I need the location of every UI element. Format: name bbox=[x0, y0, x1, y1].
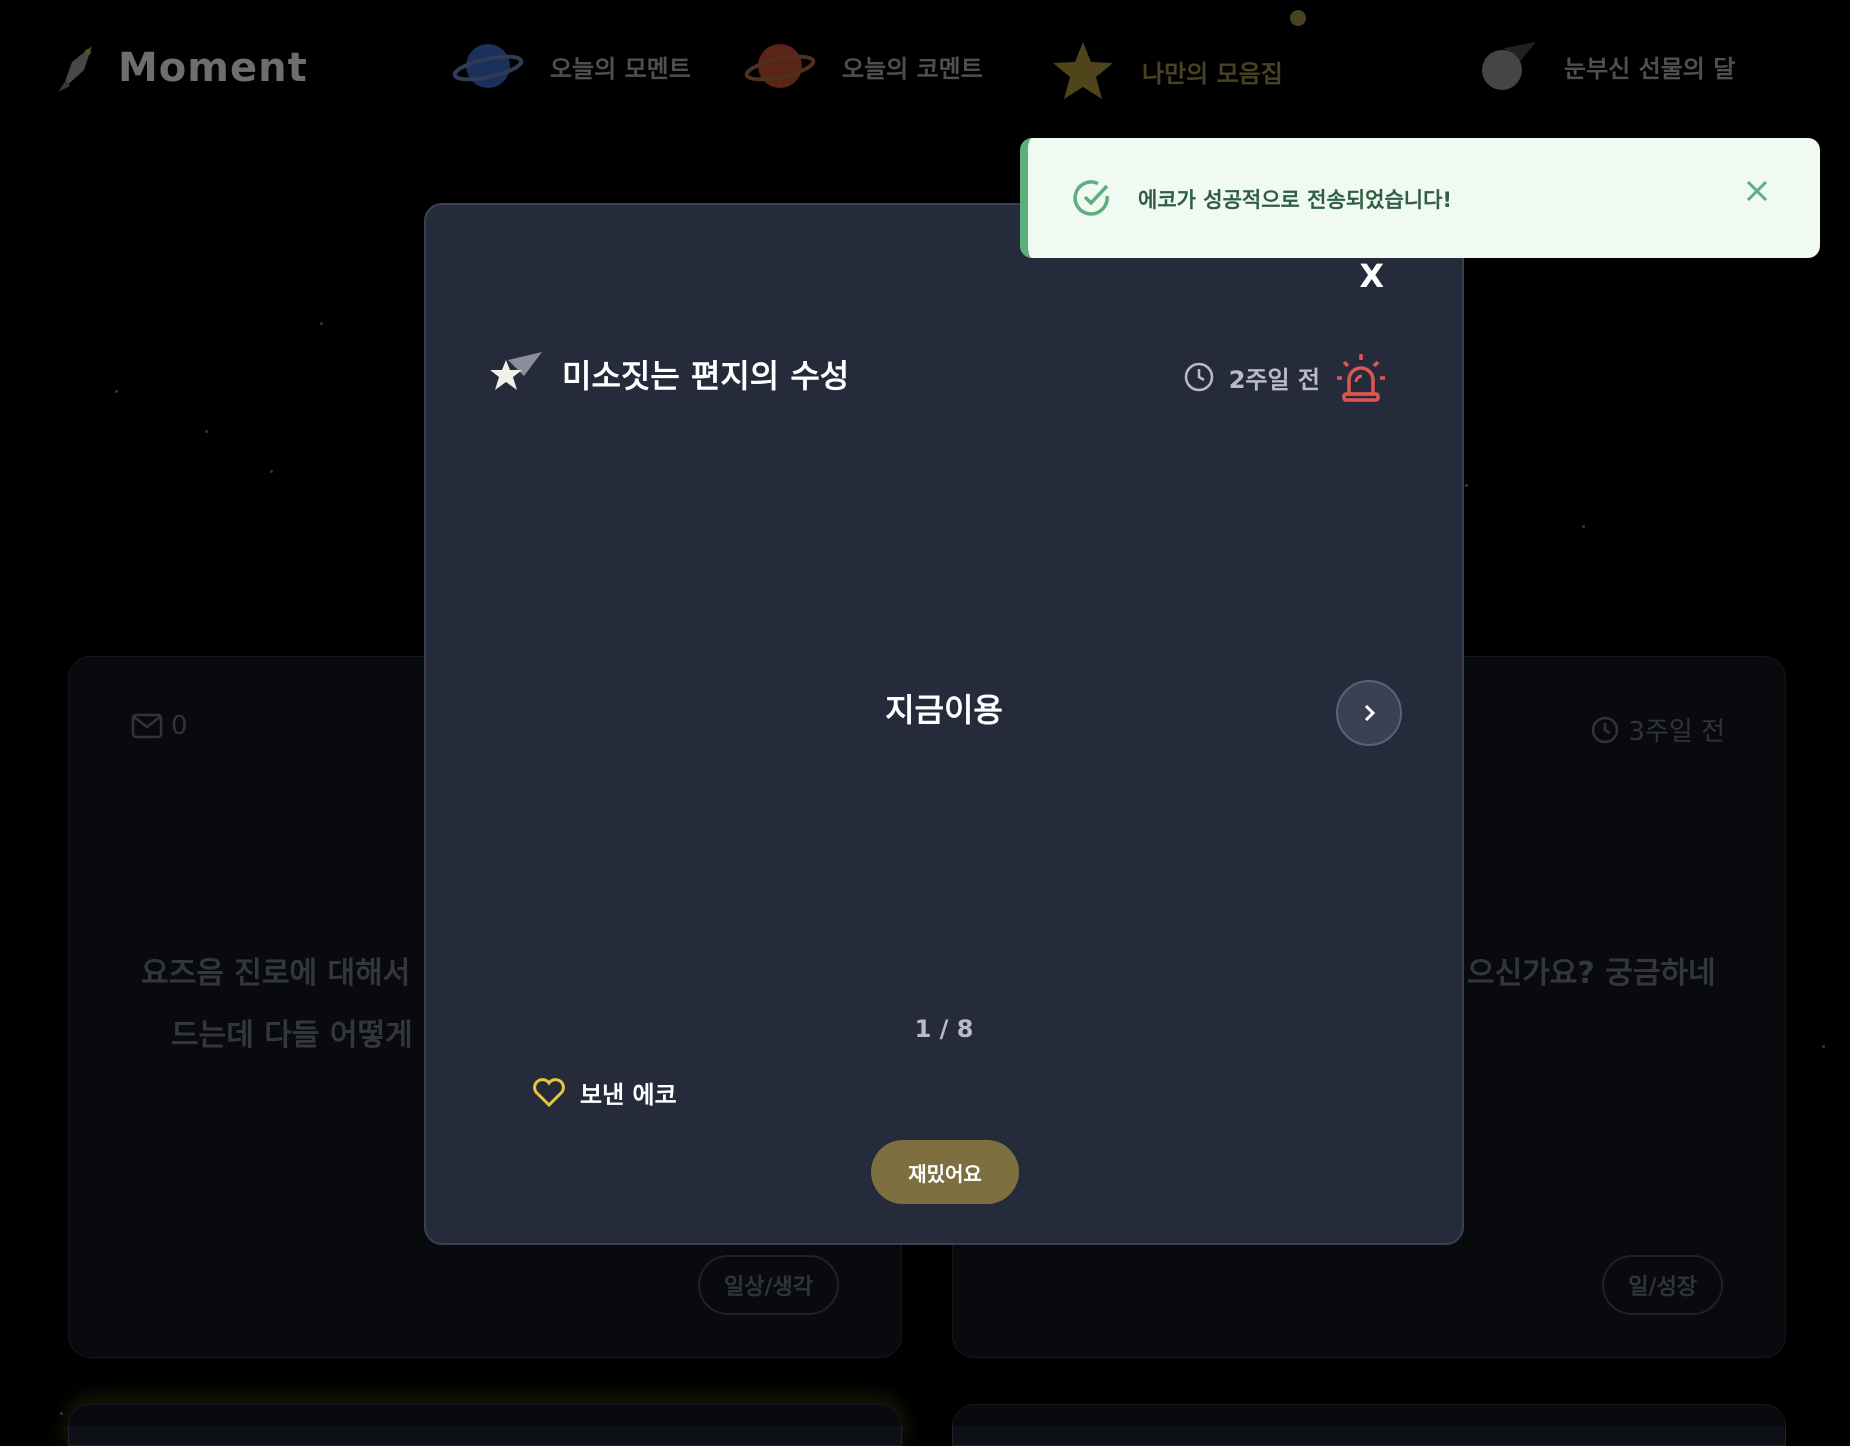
time-text: 2주일 전 bbox=[1228, 365, 1320, 394]
toast-message: 에코가 성공적으로 전송되었습니다! bbox=[1138, 188, 1452, 212]
sent-echo-label: 보낸 에코 bbox=[580, 1081, 677, 1109]
modal-time: 2주일 전 bbox=[1183, 350, 1388, 404]
moment-detail-modal: X 미소짓는 편지의 수성 2주일 전 지금이용 1 / 8 보낸 에코 재밌어… bbox=[424, 203, 1464, 1245]
modal-title: 미소짓는 편지의 수성 bbox=[562, 357, 850, 395]
fun-echo-button[interactable]: 재밌어요 bbox=[871, 1140, 1019, 1204]
page-indicator: 1 / 8 bbox=[914, 1015, 974, 1043]
sent-echo[interactable]: 보낸 에코 bbox=[532, 1075, 677, 1110]
modal-close-button[interactable]: X bbox=[1359, 257, 1384, 295]
next-button[interactable] bbox=[1336, 680, 1402, 746]
check-circle-icon bbox=[1073, 180, 1109, 216]
moment-content: 지금이용 bbox=[885, 691, 1003, 729]
toast-close-icon[interactable] bbox=[1744, 178, 1770, 204]
success-toast: 에코가 성공적으로 전송되었습니다! bbox=[1020, 138, 1820, 258]
report-siren-icon[interactable] bbox=[1334, 350, 1388, 404]
clock-icon bbox=[1184, 362, 1213, 392]
chevron-right-icon bbox=[1364, 704, 1376, 722]
heart-icon bbox=[533, 1077, 565, 1107]
modal-header: 미소짓는 편지의 수성 bbox=[488, 350, 849, 398]
comet-icon bbox=[490, 352, 542, 390]
